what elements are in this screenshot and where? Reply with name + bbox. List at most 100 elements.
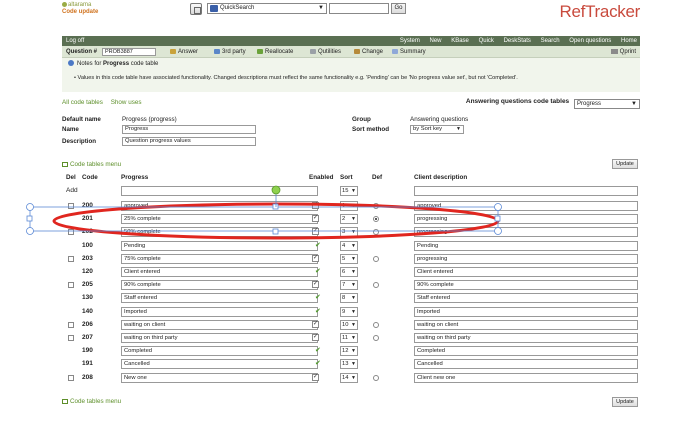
- nav-home[interactable]: Home: [621, 38, 637, 44]
- progress-input[interactable]: Cancelled: [121, 359, 318, 370]
- reallocate-button[interactable]: Reallocate: [257, 46, 293, 58]
- enabled-checkbox[interactable]: ✓: [312, 254, 319, 262]
- client-description-input[interactable]: approved: [414, 201, 638, 211]
- change-button[interactable]: Change: [354, 46, 383, 58]
- sort-select[interactable]: 2 ▼: [340, 214, 358, 225]
- enabled-checkbox[interactable]: ✓: [312, 320, 319, 328]
- code-tables-menu-link-bottom[interactable]: Code tables menu: [62, 398, 121, 405]
- quicksearch-select[interactable]: QuickSearch ▼: [207, 3, 327, 14]
- delete-checkbox[interactable]: [68, 203, 74, 209]
- quicksearch-input[interactable]: [329, 3, 389, 14]
- nav-kbase[interactable]: KBase: [451, 38, 469, 44]
- default-radio[interactable]: [373, 282, 379, 289]
- progress-input[interactable]: waiting on client: [121, 319, 318, 330]
- progress-input[interactable]: 75% complete: [121, 253, 318, 264]
- summary-button[interactable]: Summary: [392, 46, 426, 58]
- delete-checkbox[interactable]: [68, 229, 74, 236]
- description-input[interactable]: Question progress values: [122, 137, 256, 146]
- sort-select[interactable]: 1 ▼: [340, 201, 358, 211]
- client-description-input[interactable]: progressing: [414, 214, 638, 225]
- nav-deskstats[interactable]: DeskStats: [504, 38, 531, 44]
- sort-select[interactable]: 7 ▼: [340, 280, 358, 291]
- show-uses-link[interactable]: Show uses: [111, 99, 142, 106]
- handle-top-left[interactable]: [26, 203, 34, 211]
- client-description-input[interactable]: progressing: [414, 253, 638, 264]
- sort-select[interactable]: 12 ▼: [340, 346, 358, 357]
- default-radio[interactable]: [373, 374, 379, 381]
- handle-bottom-left[interactable]: [26, 227, 34, 235]
- answer-button[interactable]: Answer: [170, 46, 198, 58]
- client-description-input[interactable]: Imported: [414, 306, 638, 317]
- enabled-checkbox[interactable]: ✓: [312, 202, 319, 209]
- sort-select[interactable]: 3 ▼: [340, 227, 358, 238]
- client-description-input[interactable]: Staff entered: [414, 293, 638, 304]
- progress-input[interactable]: Imported: [121, 306, 318, 317]
- nav-new[interactable]: New: [430, 38, 442, 44]
- enabled-checkbox[interactable]: ✓: [312, 281, 319, 289]
- sort-select[interactable]: 11 ▼: [340, 333, 358, 343]
- default-radio[interactable]: [373, 321, 379, 328]
- progress-input[interactable]: approved: [121, 201, 318, 211]
- sort-select[interactable]: 5 ▼: [340, 253, 358, 264]
- delete-checkbox[interactable]: [68, 374, 74, 381]
- code-tables-menu-link[interactable]: Code tables menu: [62, 161, 121, 168]
- add-client-input[interactable]: [414, 186, 638, 196]
- progress-input[interactable]: Pending: [121, 240, 318, 251]
- client-description-input[interactable]: Client entered: [414, 267, 638, 277]
- default-radio[interactable]: [373, 255, 379, 262]
- update-button-bottom[interactable]: Update: [612, 397, 638, 407]
- question-number-input[interactable]: PROB3887: [102, 48, 156, 56]
- client-description-input[interactable]: Cancelled: [414, 359, 638, 370]
- progress-input[interactable]: Client entered: [121, 267, 318, 277]
- enabled-checkbox[interactable]: ✓: [312, 334, 319, 341]
- client-description-input[interactable]: progressing: [414, 227, 638, 238]
- log-off-link[interactable]: Log off: [66, 36, 84, 46]
- client-description-input[interactable]: Completed: [414, 346, 638, 357]
- enabled-checkbox[interactable]: ✓: [312, 373, 319, 381]
- progress-input[interactable]: Staff entered: [121, 293, 318, 304]
- delete-checkbox[interactable]: [68, 321, 74, 328]
- go-button[interactable]: Go: [391, 3, 406, 14]
- sort-method-select[interactable]: by Sort key ▼: [410, 125, 464, 134]
- default-radio[interactable]: [373, 335, 379, 341]
- enabled-checkbox[interactable]: ✓: [312, 215, 319, 223]
- sort-select[interactable]: 6 ▼: [340, 267, 358, 277]
- progress-input[interactable]: New one: [121, 372, 318, 383]
- nav-quick[interactable]: Quick: [479, 38, 494, 44]
- sort-select[interactable]: 8 ▼: [340, 293, 358, 304]
- sort-select[interactable]: 10 ▼: [340, 319, 358, 330]
- progress-input[interactable]: 90% complete: [121, 280, 318, 291]
- progress-input[interactable]: 25% complete: [121, 214, 318, 225]
- sort-select[interactable]: 13 ▼: [340, 359, 358, 370]
- delete-checkbox[interactable]: [68, 255, 74, 262]
- add-sort-select[interactable]: 15 ▼: [340, 186, 358, 196]
- client-description-input[interactable]: Pending: [414, 240, 638, 251]
- home-icon[interactable]: [190, 3, 202, 15]
- name-input[interactable]: Progress: [122, 125, 256, 134]
- delete-checkbox[interactable]: [68, 282, 74, 289]
- default-radio[interactable]: [373, 203, 379, 209]
- qprint-button[interactable]: Qprint: [610, 46, 636, 58]
- nav-search[interactable]: Search: [541, 38, 560, 44]
- progress-input[interactable]: waiting on third party: [121, 333, 318, 343]
- progress-input[interactable]: Completed: [121, 346, 318, 357]
- sort-select[interactable]: 14 ▼: [340, 372, 358, 383]
- sort-select[interactable]: 4 ▼: [340, 240, 358, 251]
- qutilities-button[interactable]: Qutilities: [310, 46, 341, 58]
- third-party-button[interactable]: 3rd party: [214, 46, 246, 58]
- default-radio[interactable]: [373, 229, 379, 236]
- sort-select[interactable]: 9 ▼: [340, 306, 358, 317]
- default-radio[interactable]: [373, 216, 379, 223]
- client-description-input[interactable]: waiting on client: [414, 319, 638, 330]
- client-description-input[interactable]: 90% complete: [414, 280, 638, 291]
- handle-left-mid[interactable]: [26, 215, 33, 222]
- client-description-input[interactable]: Client new one: [414, 372, 638, 383]
- update-button-top[interactable]: Update: [612, 159, 638, 169]
- add-progress-input[interactable]: [121, 186, 318, 196]
- enabled-checkbox[interactable]: ✓: [312, 228, 319, 236]
- progress-input[interactable]: 50% complete: [121, 227, 318, 238]
- code-table-select[interactable]: Progress ▼: [574, 99, 640, 109]
- nav-open-questions[interactable]: Open questions: [569, 38, 611, 44]
- delete-checkbox[interactable]: [68, 335, 74, 341]
- nav-system[interactable]: System: [400, 38, 420, 44]
